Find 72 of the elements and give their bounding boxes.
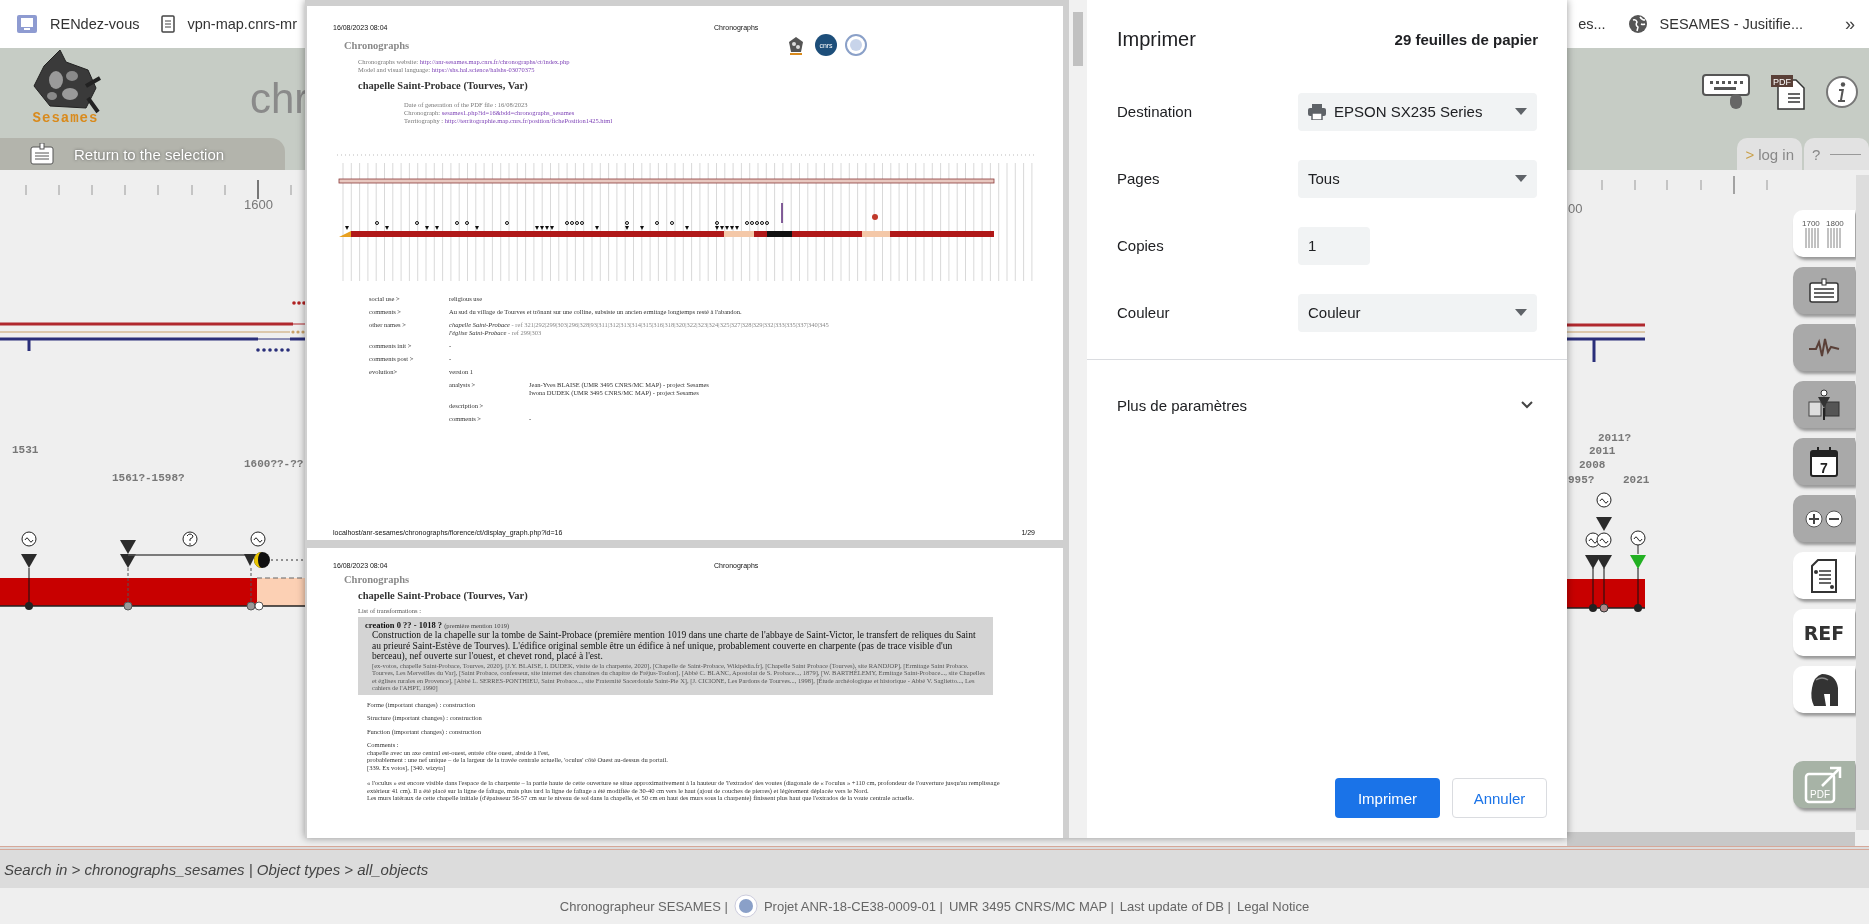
transformation-description: Construction de la chapelle sur la tombe de Saint-Probace (première mention 1019 dans une charte de l'abbaye de Saint-Victor, le transfert de reliques du Saint au prieuré Saint-Estève de Tourves). L'édifice original semble être un édifice à nef unique, probablement couverte en charpente (pas de trace visible d'un berceau), nef ouverte sur l'ouest, et chevet rond, placé à l'est.	[371, 630, 977, 662]
scrollbar[interactable]	[1567, 832, 1855, 846]
footer-text: Chronographeur SESAMES |	[559, 898, 728, 914]
date-label: 2011	[1589, 445, 1616, 457]
footer-text: UMR 3495 CNRS/MC MAP |	[948, 898, 1114, 914]
scale-tool-button[interactable]: 1700 1800	[1793, 210, 1855, 257]
date-label: 1561?-1598?	[112, 472, 185, 484]
info-icon[interactable]	[1826, 76, 1858, 108]
dropdown-select[interactable]: Tous	[1298, 159, 1537, 198]
dialog-title: Imprimer	[1117, 27, 1196, 51]
cancel-button[interactable]: Annuler	[1452, 778, 1547, 818]
date-label: 2011?	[1598, 432, 1631, 444]
calendar-tool-button[interactable]: 7	[1793, 438, 1855, 485]
chevron-icon	[1521, 401, 1533, 409]
helmet-tool-button[interactable]	[1793, 666, 1855, 713]
node-tool-button[interactable]	[1793, 381, 1855, 428]
copies-field[interactable]: 1	[1298, 226, 1370, 265]
site-title: Chronographs	[344, 573, 410, 585]
sheet-count: 29 feuilles de papier	[1394, 30, 1538, 48]
page-title: chapelle Saint-Probace (Tourves, Var)	[357, 590, 529, 601]
ref-tool-button[interactable]: REF	[1793, 609, 1855, 656]
setting-label: Destination	[1117, 103, 1194, 120]
site-title: Chronographs	[344, 39, 410, 51]
caret-icon	[1515, 175, 1527, 182]
year-label: 00	[1568, 201, 1583, 216]
zoom-icon	[1804, 508, 1844, 529]
zoom-tool-button[interactable]	[1793, 495, 1855, 542]
document-icon	[161, 15, 176, 33]
quote-document-icon	[1810, 558, 1838, 593]
date-label: 2008	[1579, 459, 1606, 471]
pulse-icon	[1808, 336, 1840, 359]
print-button[interactable]: Imprimer	[1335, 778, 1440, 818]
bookmark-link[interactable]: es...	[1578, 16, 1606, 32]
printer-select[interactable]: EPSON SX235 Series	[1298, 92, 1537, 131]
scrollbar[interactable]	[1856, 175, 1869, 830]
helmet-icon	[1808, 671, 1840, 708]
globe-icon	[1627, 14, 1648, 34]
keyboard-mouse-icon[interactable]	[1702, 74, 1750, 110]
pulse-tool-button[interactable]	[1793, 324, 1855, 371]
scrollbar[interactable]	[1069, 0, 1087, 838]
card-tool-button[interactable]	[1793, 267, 1855, 314]
bookmark-link[interactable]: SESAMES - Jusitifie...	[1627, 14, 1803, 34]
search-summary: Search in > chronographs_sesames | Object types > all_objects	[0, 846, 1869, 888]
more-bookmarks-button[interactable]: »	[1845, 13, 1855, 35]
clipboard-icon	[30, 143, 54, 165]
bookmark-link[interactable]: RENdez-vous	[16, 14, 140, 34]
page-title: chapelle Saint-Probace (Tourves, Var)	[357, 80, 529, 91]
date-label: 995?	[1568, 474, 1595, 486]
node-icon	[1807, 387, 1841, 422]
printer-icon	[1308, 103, 1326, 120]
quote-tool-button[interactable]	[1793, 552, 1855, 599]
footer-link[interactable]: Legal Notice	[1236, 898, 1310, 914]
caret-icon	[1515, 108, 1527, 115]
date-label: 1531	[12, 444, 39, 456]
setting-label: Couleur	[1117, 304, 1171, 321]
setting-label: Pages	[1117, 170, 1161, 187]
date-label: 1600??-??	[244, 458, 304, 470]
app-title: chr	[250, 78, 309, 120]
clipboard-icon	[1808, 277, 1840, 304]
date-label: 2021	[1623, 474, 1650, 486]
dropdown-select[interactable]: Couleur	[1298, 293, 1537, 332]
logo-text: Sesames	[32, 110, 99, 126]
setting-label: Copies	[1117, 237, 1165, 254]
more-settings-toggle[interactable]: Plus de paramètres	[1087, 360, 1567, 450]
footer-text: Projet ANR-18-CE38-0009-01 |	[763, 898, 943, 914]
round-logo-icon	[733, 894, 758, 918]
caret-icon	[1515, 309, 1527, 316]
monitor-icon	[16, 14, 38, 34]
round-logo-icon	[845, 34, 867, 56]
year-label: 1600	[244, 197, 273, 212]
bookmark-link[interactable]: vpn-map.cnrs-mr	[161, 15, 298, 33]
footer-link[interactable]: Last update of DB |	[1119, 898, 1231, 914]
